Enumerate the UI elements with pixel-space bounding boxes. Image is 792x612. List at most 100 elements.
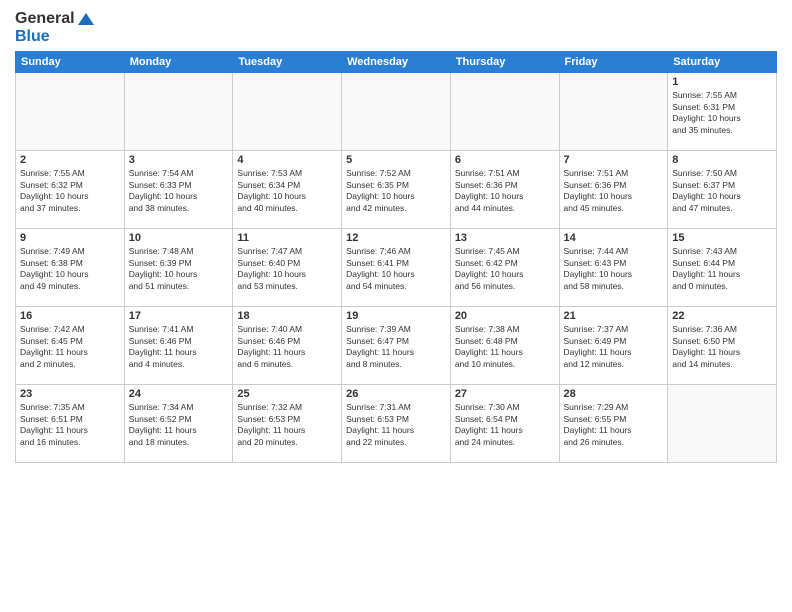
cell-text: Sunrise: 7:55 AM Sunset: 6:32 PM Dayligh… (20, 168, 120, 214)
cell-text: Sunrise: 7:42 AM Sunset: 6:45 PM Dayligh… (20, 324, 120, 370)
calendar-cell: 28 Sunrise: 7:29 AM Sunset: 6:55 PM Dayli… (559, 385, 668, 463)
day-number: 25 (237, 388, 337, 400)
calendar-cell: 15Sunrise: 7:43 AM Sunset: 6:44 PM Dayli… (668, 229, 777, 307)
calendar-cell (342, 73, 451, 151)
calendar-cell: 27 Sunrise: 7:30 AM Sunset: 6:54 PM Dayli… (450, 385, 559, 463)
day-number: 18 (237, 310, 337, 322)
cell-text: Sunrise: 7:46 AM Sunset: 6:41 PM Dayligh… (346, 246, 446, 292)
cell-text: Sunrise: 7:47 AM Sunset: 6:40 PM Dayligh… (237, 246, 337, 292)
calendar-cell: 13 Sunrise: 7:45 AM Sunset: 6:42 PM Dayli… (450, 229, 559, 307)
cell-text: Sunrise: 7:50 AM Sunset: 6:37 PM Dayligh… (672, 168, 772, 214)
calendar-week-0: 1 Sunrise: 7:55 AM Sunset: 6:31 PM Daylig… (16, 73, 777, 151)
calendar-header-row: SundayMondayTuesdayWednesdayThursdayFrid… (16, 52, 777, 73)
cell-text: Sunrise: 7:55 AM Sunset: 6:31 PM Dayligh… (672, 90, 772, 136)
cell-text: Sunrise: 7:53 AM Sunset: 6:34 PM Dayligh… (237, 168, 337, 214)
day-number: 15 (672, 232, 772, 244)
day-number: 7 (564, 154, 664, 166)
calendar-cell: 12 Sunrise: 7:46 AM Sunset: 6:41 PM Dayli… (342, 229, 451, 307)
header-saturday: Saturday (668, 52, 777, 73)
page: General Blue SundayMondayTuesdayWednesda… (0, 0, 792, 612)
day-number: 14 (564, 232, 664, 244)
calendar-cell: 20 Sunrise: 7:38 AM Sunset: 6:48 PM Dayli… (450, 307, 559, 385)
cell-text: Sunrise: 7:39 AM Sunset: 6:47 PM Dayligh… (346, 324, 446, 370)
day-number: 10 (129, 232, 229, 244)
day-number: 11 (237, 232, 337, 244)
calendar-week-4: 23 Sunrise: 7:35 AM Sunset: 6:51 PM Dayli… (16, 385, 777, 463)
calendar-cell (668, 385, 777, 463)
calendar-cell: 25Sunrise: 7:32 AM Sunset: 6:53 PM Dayli… (233, 385, 342, 463)
calendar-table: SundayMondayTuesdayWednesdayThursdayFrid… (15, 51, 777, 463)
calendar-week-2: 9 Sunrise: 7:49 AM Sunset: 6:38 PM Daylig… (16, 229, 777, 307)
header-thursday: Thursday (450, 52, 559, 73)
calendar-cell: 22 Sunrise: 7:36 AM Sunset: 6:50 PM Dayli… (668, 307, 777, 385)
day-number: 17 (129, 310, 229, 322)
calendar-cell: 10 Sunrise: 7:48 AM Sunset: 6:39 PM Dayli… (124, 229, 233, 307)
day-number: 21 (564, 310, 664, 322)
header: General Blue (15, 10, 777, 45)
calendar-cell: 3 Sunrise: 7:54 AM Sunset: 6:33 PM Daylig… (124, 151, 233, 229)
day-number: 12 (346, 232, 446, 244)
day-number: 28 (564, 388, 664, 400)
cell-text: Sunrise: 7:52 AM Sunset: 6:35 PM Dayligh… (346, 168, 446, 214)
cell-text: Sunrise: 7:54 AM Sunset: 6:33 PM Dayligh… (129, 168, 229, 214)
day-number: 23 (20, 388, 120, 400)
day-number: 6 (455, 154, 555, 166)
logo-text: General Blue (15, 10, 94, 45)
cell-text: Sunrise: 7:49 AM Sunset: 6:38 PM Dayligh… (20, 246, 120, 292)
day-number: 13 (455, 232, 555, 244)
cell-text: Sunrise: 7:51 AM Sunset: 6:36 PM Dayligh… (455, 168, 555, 214)
day-number: 4 (237, 154, 337, 166)
header-tuesday: Tuesday (233, 52, 342, 73)
calendar-cell: 23 Sunrise: 7:35 AM Sunset: 6:51 PM Dayli… (16, 385, 125, 463)
calendar-cell: 19 Sunrise: 7:39 AM Sunset: 6:47 PM Dayli… (342, 307, 451, 385)
calendar-week-1: 2 Sunrise: 7:55 AM Sunset: 6:32 PM Daylig… (16, 151, 777, 229)
calendar-cell: 6 Sunrise: 7:51 AM Sunset: 6:36 PM Daylig… (450, 151, 559, 229)
cell-text: Sunrise: 7:35 AM Sunset: 6:51 PM Dayligh… (20, 402, 120, 448)
calendar-cell: 24Sunrise: 7:34 AM Sunset: 6:52 PM Dayli… (124, 385, 233, 463)
cell-text: Sunrise: 7:34 AM Sunset: 6:52 PM Dayligh… (129, 402, 229, 448)
day-number: 1 (672, 76, 772, 88)
day-number: 19 (346, 310, 446, 322)
day-number: 20 (455, 310, 555, 322)
logo: General Blue (15, 10, 94, 45)
calendar-cell (16, 73, 125, 151)
calendar-cell (559, 73, 668, 151)
calendar-cell: 26 Sunrise: 7:31 AM Sunset: 6:53 PM Dayli… (342, 385, 451, 463)
cell-text: Sunrise: 7:41 AM Sunset: 6:46 PM Dayligh… (129, 324, 229, 370)
header-friday: Friday (559, 52, 668, 73)
cell-text: Sunrise: 7:30 AM Sunset: 6:54 PM Dayligh… (455, 402, 555, 448)
day-number: 16 (20, 310, 120, 322)
day-number: 22 (672, 310, 772, 322)
calendar-cell: 7 Sunrise: 7:51 AM Sunset: 6:36 PM Daylig… (559, 151, 668, 229)
cell-text: Sunrise: 7:31 AM Sunset: 6:53 PM Dayligh… (346, 402, 446, 448)
calendar-cell: 18 Sunrise: 7:40 AM Sunset: 6:46 PM Dayli… (233, 307, 342, 385)
day-number: 27 (455, 388, 555, 400)
cell-text: Sunrise: 7:29 AM Sunset: 6:55 PM Dayligh… (564, 402, 664, 448)
calendar-cell: 16 Sunrise: 7:42 AM Sunset: 6:45 PM Dayli… (16, 307, 125, 385)
cell-text: Sunrise: 7:45 AM Sunset: 6:42 PM Dayligh… (455, 246, 555, 292)
header-wednesday: Wednesday (342, 52, 451, 73)
calendar-cell: 2 Sunrise: 7:55 AM Sunset: 6:32 PM Daylig… (16, 151, 125, 229)
calendar-cell: 21Sunrise: 7:37 AM Sunset: 6:49 PM Dayli… (559, 307, 668, 385)
day-number: 2 (20, 154, 120, 166)
calendar-cell: 4 Sunrise: 7:53 AM Sunset: 6:34 PM Daylig… (233, 151, 342, 229)
calendar-cell (450, 73, 559, 151)
day-number: 8 (672, 154, 772, 166)
day-number: 26 (346, 388, 446, 400)
cell-text: Sunrise: 7:38 AM Sunset: 6:48 PM Dayligh… (455, 324, 555, 370)
calendar-cell: 9 Sunrise: 7:49 AM Sunset: 6:38 PM Daylig… (16, 229, 125, 307)
day-number: 9 (20, 232, 120, 244)
cell-text: Sunrise: 7:40 AM Sunset: 6:46 PM Dayligh… (237, 324, 337, 370)
calendar-cell: 1 Sunrise: 7:55 AM Sunset: 6:31 PM Daylig… (668, 73, 777, 151)
cell-text: Sunrise: 7:51 AM Sunset: 6:36 PM Dayligh… (564, 168, 664, 214)
calendar-cell: 14Sunrise: 7:44 AM Sunset: 6:43 PM Dayli… (559, 229, 668, 307)
day-number: 5 (346, 154, 446, 166)
day-number: 3 (129, 154, 229, 166)
cell-text: Sunrise: 7:36 AM Sunset: 6:50 PM Dayligh… (672, 324, 772, 370)
calendar-cell: 17 Sunrise: 7:41 AM Sunset: 6:46 PM Dayli… (124, 307, 233, 385)
calendar-cell (124, 73, 233, 151)
header-sunday: Sunday (16, 52, 125, 73)
calendar-cell (233, 73, 342, 151)
calendar-cell: 8 Sunrise: 7:50 AM Sunset: 6:37 PM Daylig… (668, 151, 777, 229)
cell-text: Sunrise: 7:48 AM Sunset: 6:39 PM Dayligh… (129, 246, 229, 292)
